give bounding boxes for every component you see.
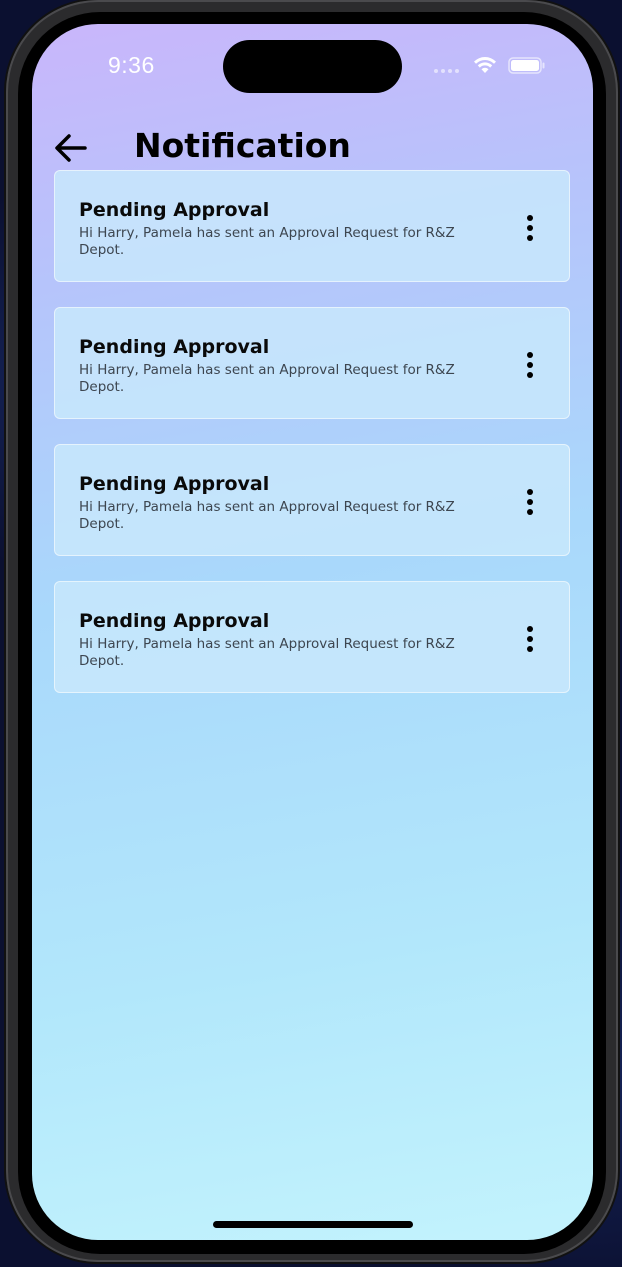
notification-body: Hi Harry, Pamela has sent an Approval Re… xyxy=(79,499,455,532)
notification-body: Hi Harry, Pamela has sent an Approval Re… xyxy=(79,362,455,395)
app-screen: 9:36 Notification Pending Approval Hi Ha… xyxy=(32,24,593,1240)
notification-card[interactable]: Pending Approval Hi Harry, Pamela has se… xyxy=(54,581,570,693)
back-button[interactable] xyxy=(52,128,92,168)
notification-body: Hi Harry, Pamela has sent an Approval Re… xyxy=(79,225,455,258)
more-vertical-icon[interactable] xyxy=(515,211,545,245)
dynamic-island xyxy=(223,40,402,93)
wifi-icon xyxy=(474,57,496,73)
notification-title: Pending Approval xyxy=(79,336,270,358)
notification-card[interactable]: Pending Approval Hi Harry, Pamela has se… xyxy=(54,170,570,282)
home-indicator xyxy=(213,1221,413,1228)
notification-card[interactable]: Pending Approval Hi Harry, Pamela has se… xyxy=(54,307,570,419)
header: Notification xyxy=(32,124,593,174)
notification-title: Pending Approval xyxy=(79,473,270,495)
more-vertical-icon[interactable] xyxy=(515,485,545,519)
notification-card[interactable]: Pending Approval Hi Harry, Pamela has se… xyxy=(54,444,570,556)
notification-title: Pending Approval xyxy=(79,199,270,221)
more-vertical-icon[interactable] xyxy=(515,348,545,382)
arrow-left-icon xyxy=(55,134,87,162)
notification-title: Pending Approval xyxy=(79,610,270,632)
page-title: Notification xyxy=(134,126,351,165)
notification-list: Pending Approval Hi Harry, Pamela has se… xyxy=(54,170,570,718)
more-vertical-icon[interactable] xyxy=(515,622,545,656)
status-time: 9:36 xyxy=(108,52,155,78)
battery-icon xyxy=(508,57,545,74)
notification-body: Hi Harry, Pamela has sent an Approval Re… xyxy=(79,636,455,669)
signal-dots-icon xyxy=(434,69,459,73)
